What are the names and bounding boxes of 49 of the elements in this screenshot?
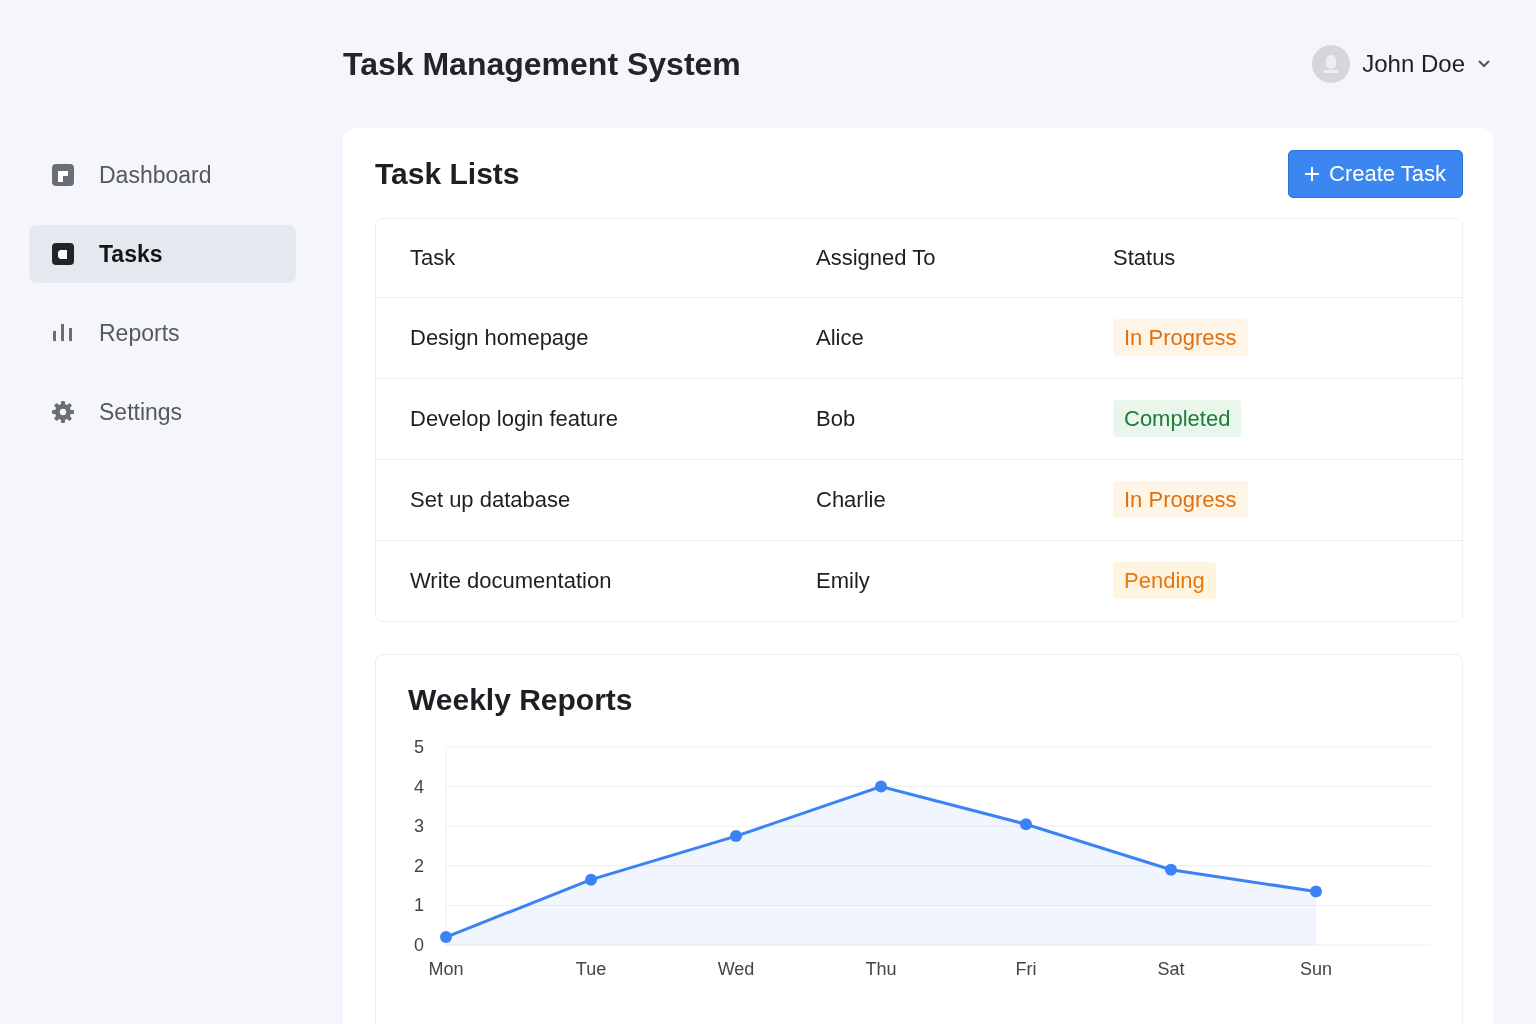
status-badge: Completed <box>1113 400 1242 437</box>
data-point <box>440 931 452 944</box>
table-cell-text: Set up database <box>410 487 572 513</box>
data-point <box>1310 885 1322 898</box>
sidebar-item[interactable]: Settings <box>29 383 296 441</box>
table-cell-text: Charlie <box>816 487 887 513</box>
dashboard-icon <box>51 163 75 187</box>
column-header: Assigned To <box>816 245 937 271</box>
data-point <box>730 830 742 843</box>
table-cell-text: Develop login feature <box>410 406 619 432</box>
status-badge: In Progress <box>1113 481 1248 518</box>
x-tick-label: Tue <box>575 959 607 979</box>
plus-icon <box>1305 167 1319 181</box>
status-badge: Pending <box>1113 562 1216 599</box>
data-point <box>1165 863 1177 876</box>
x-tick-label: Sun <box>1300 959 1332 979</box>
chevron-down-icon <box>1477 59 1491 69</box>
y-tick-label: 3 <box>414 816 424 837</box>
x-tick-label: Thu <box>865 959 897 979</box>
table-cell-text: Design homepage <box>410 325 590 351</box>
sidebar-item[interactable]: Reports <box>29 304 296 362</box>
tasks-icon <box>51 242 75 266</box>
sidebar-item[interactable]: Tasks <box>29 225 296 283</box>
app-title: Task Management System <box>343 45 741 83</box>
y-tick-label: 5 <box>414 737 424 757</box>
card-title: Task Lists <box>375 157 520 191</box>
table-cell-text: Emily <box>816 568 871 594</box>
y-tick-label: 1 <box>414 895 424 916</box>
data-point <box>1020 818 1032 831</box>
create-task-button[interactable]: Create Task <box>1288 150 1463 198</box>
table-cell-text: Alice <box>816 325 865 351</box>
column-header: Task <box>410 245 457 271</box>
table-cell-text: Bob <box>816 406 857 432</box>
table-cell-text: Write documentation <box>410 568 613 594</box>
x-tick-label: Sat <box>1157 959 1185 979</box>
data-point <box>875 780 887 793</box>
sidebar-item[interactable]: Dashboard <box>29 146 296 204</box>
avatar-icon <box>1312 45 1351 83</box>
y-tick-label: 4 <box>414 776 424 797</box>
x-tick-label: Fri <box>1015 959 1037 979</box>
data-point <box>585 873 597 886</box>
y-tick-label: 2 <box>414 855 424 876</box>
status-badge: In Progress <box>1113 319 1248 356</box>
column-header: Status <box>1113 245 1177 271</box>
y-tick-label: 0 <box>414 935 424 955</box>
report-title: Weekly Reports <box>408 683 634 717</box>
x-tick-label: Mon <box>428 959 464 979</box>
x-tick-label: Wed <box>717 959 755 979</box>
user-menu[interactable]: John Doe <box>1312 45 1491 83</box>
